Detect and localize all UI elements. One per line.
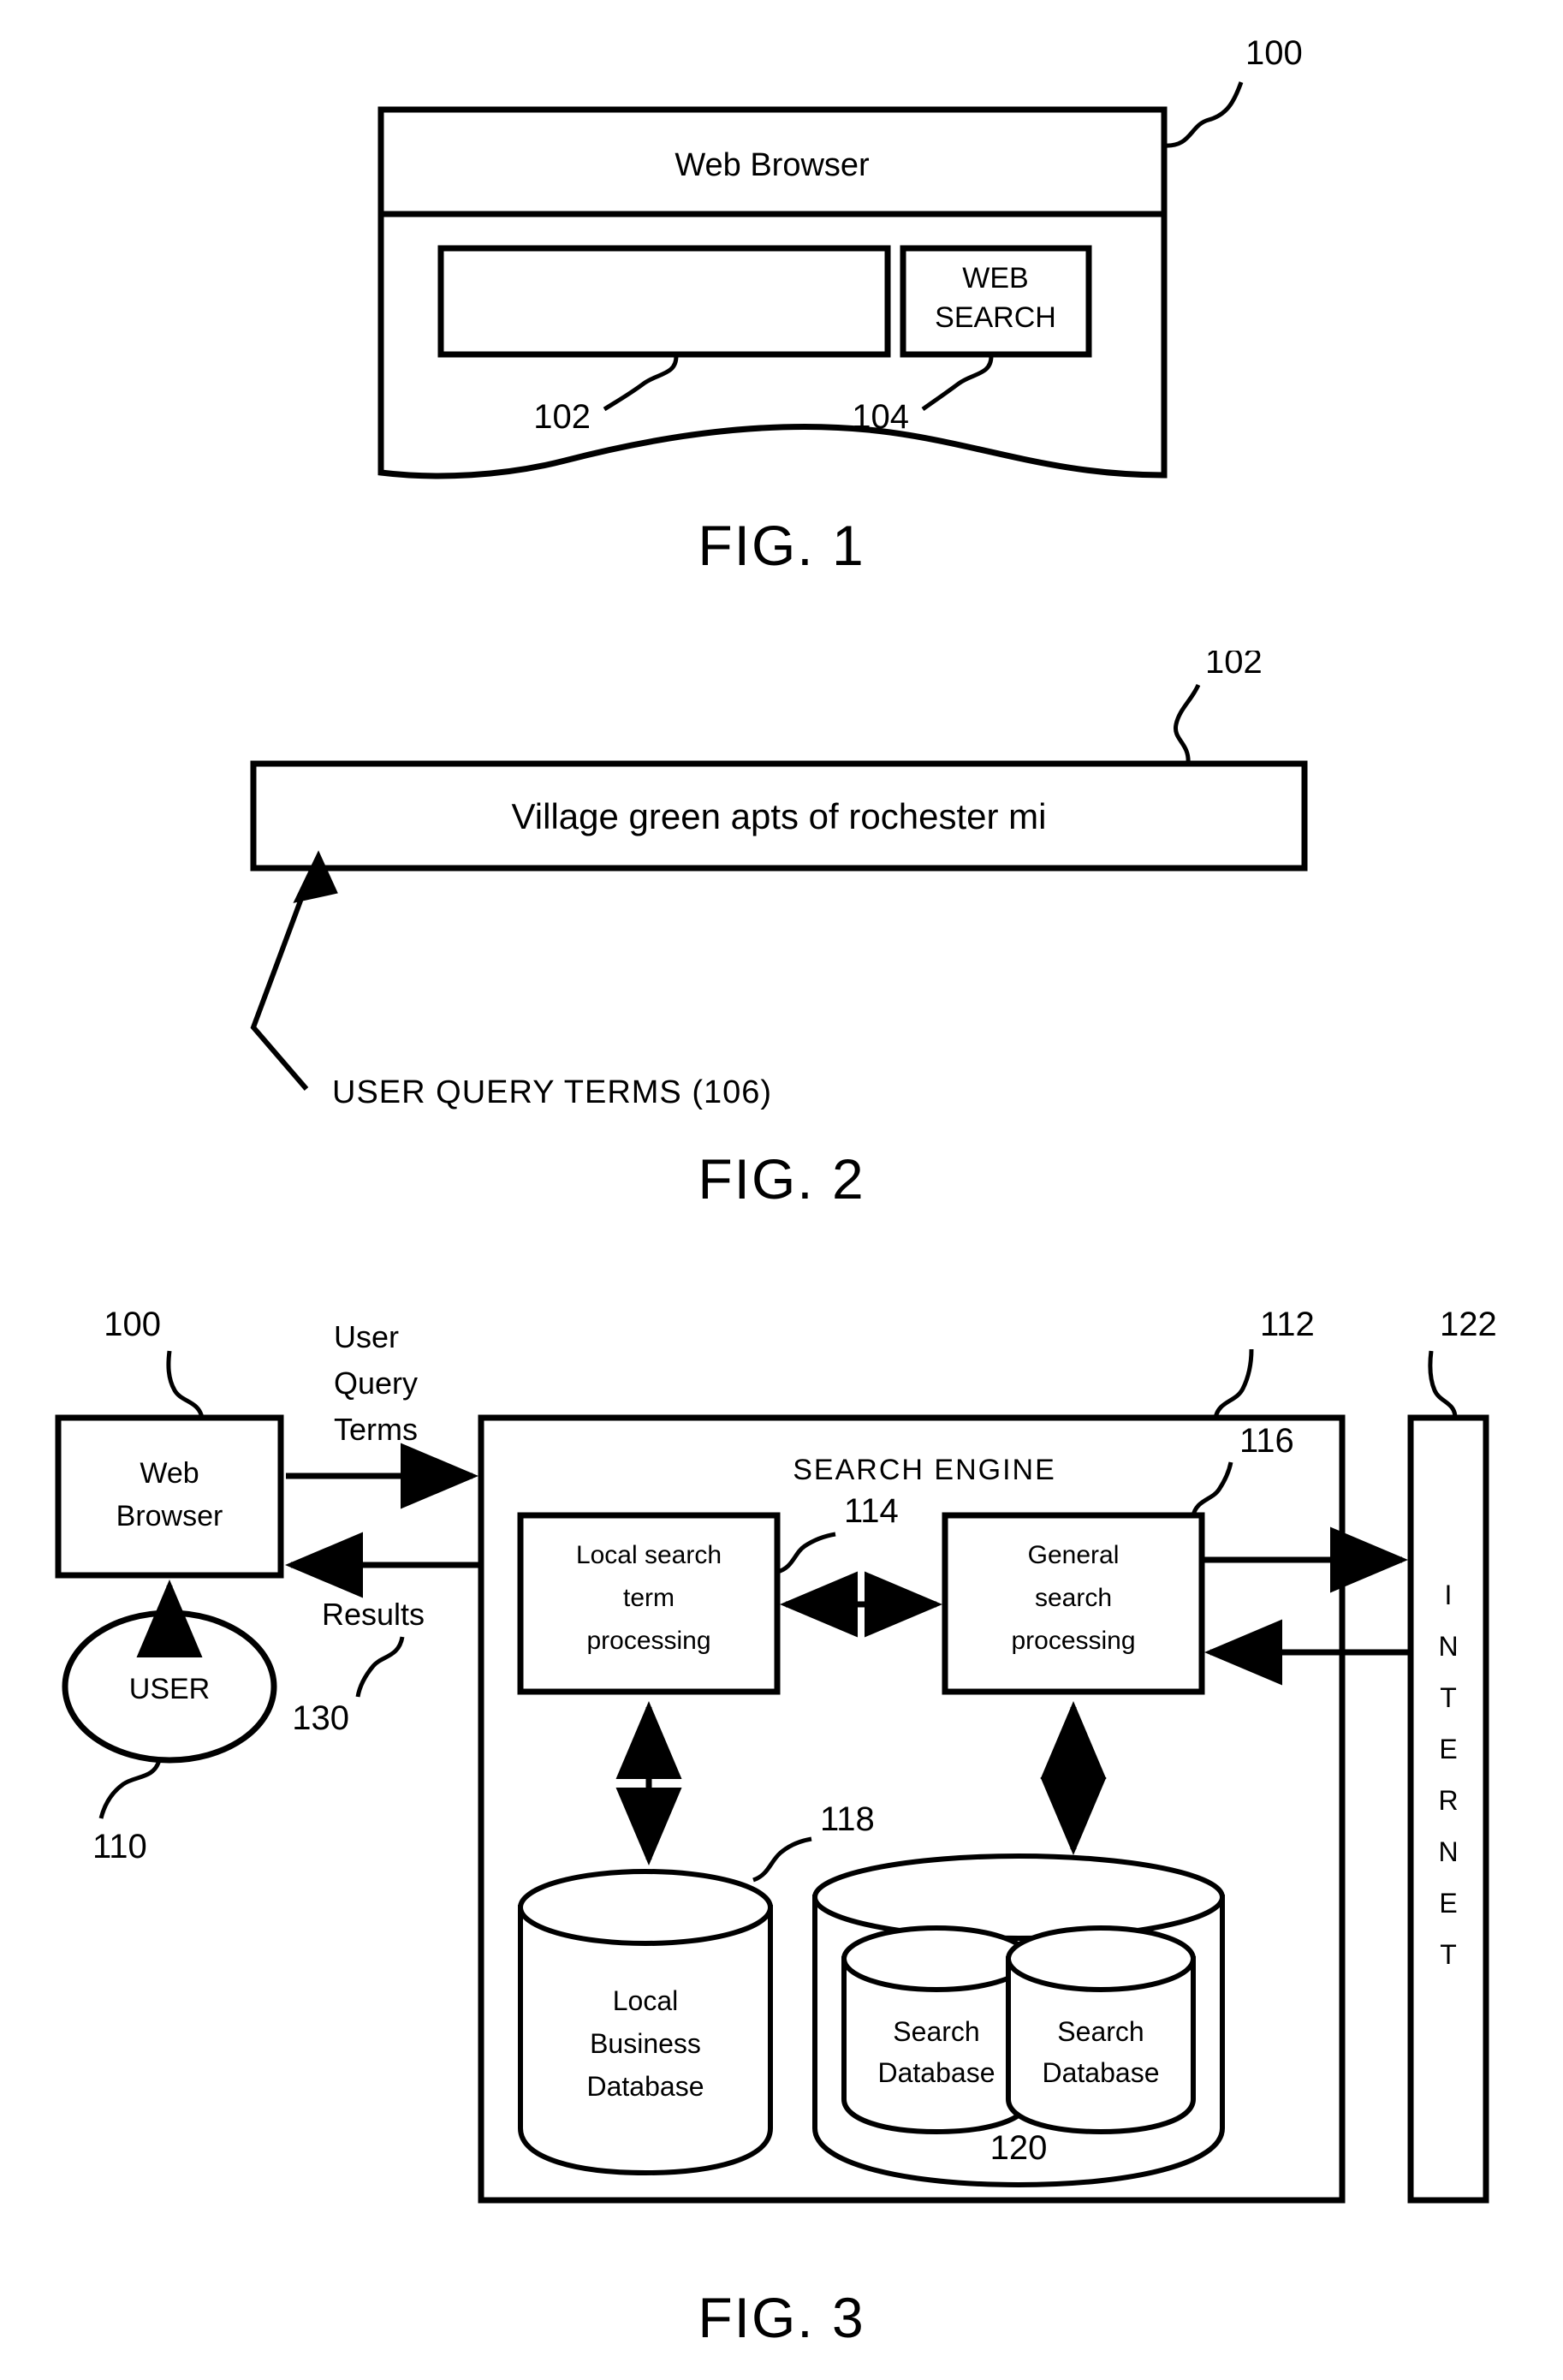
fig3-user-label: USER (129, 1673, 210, 1705)
ref-104: 104 (852, 398, 909, 436)
web-search-button-label-2: SEARCH (935, 301, 1056, 334)
web-search-button-label-1: WEB (962, 262, 1028, 295)
fig3-search-database-2: Search Database (1006, 1925, 1196, 2135)
figure-1-caption: FIG. 1 (698, 514, 865, 577)
fig3-ref-118: 118 (820, 1800, 875, 1838)
fig3-local-search-label-1: Local search (576, 1541, 722, 1569)
internet-letter-4: R (1438, 1785, 1458, 1816)
fig3-ref-130: 130 (292, 1699, 349, 1737)
fig3-ref-122: 122 (1440, 1306, 1497, 1343)
fig3-ref-100: 100 (104, 1306, 161, 1343)
browser-title: Web Browser (675, 147, 870, 183)
fig3-web-browser-label-1: Web (140, 1457, 199, 1490)
fig3-local-search-label-2: term (623, 1584, 675, 1612)
figure-1: Web Browser WEB SEARCH 100 102 104 FIG. … (0, 0, 1563, 616)
figure-3: Web Browser 100 USER 110 SEARCH ENGINE 1… (0, 1250, 1563, 2380)
fig3-ref-120: 120 (990, 2129, 1048, 2167)
figure-2: Village green apts of rochester mi 102 U… (0, 651, 1563, 1216)
internet-letter-6: E (1439, 1888, 1457, 1919)
leader-line-100-fig3 (166, 1350, 205, 1419)
figure-2-caption: FIG. 2 (698, 1147, 865, 1211)
figure-1-drawing: Web Browser WEB SEARCH 100 102 104 FIG. … (377, 34, 1303, 577)
leader-line-100 (1163, 81, 1244, 148)
leader-line-110 (98, 1759, 162, 1819)
fig3-ref-110: 110 (92, 1828, 147, 1865)
internet-letter-3: E (1439, 1734, 1457, 1764)
fig3-web-browser-box (55, 1414, 284, 1579)
leader-line-130 (355, 1636, 405, 1698)
local-business-db-label-3: Database (587, 2071, 704, 2102)
leader-line-112 (1213, 1348, 1254, 1419)
user-query-terms-annotation: USER QUERY TERMS (106) (332, 1074, 772, 1110)
internet-letter-7: T (1440, 1939, 1457, 1970)
flow-label-user: User (334, 1319, 399, 1354)
internet-letter-2: T (1440, 1682, 1457, 1713)
fig3-ref-116: 116 (1239, 1422, 1294, 1460)
fig3-general-search-label-2: search (1035, 1584, 1112, 1612)
fig3-general-search-label-3: processing (1011, 1627, 1135, 1655)
internet-letter-5: N (1438, 1836, 1458, 1867)
ref-102-fig2: 102 (1205, 651, 1263, 681)
flow-label-results: Results (322, 1597, 425, 1632)
flow-label-terms: Terms (334, 1412, 418, 1447)
search-db-2-label-2: Database (1043, 2057, 1160, 2088)
fig3-search-database-1: Search Database (841, 1925, 1031, 2135)
figure-2-drawing: Village green apts of rochester mi 102 U… (250, 651, 1308, 1211)
ref-100: 100 (1245, 34, 1303, 72)
flow-label-query: Query (334, 1366, 418, 1401)
annotation-leader (250, 878, 311, 1091)
fig3-ref-114: 114 (844, 1492, 899, 1530)
fig3-search-engine-title: SEARCH ENGINE (793, 1454, 1056, 1486)
search-input[interactable] (437, 245, 891, 358)
ref-102: 102 (533, 398, 591, 436)
figure-3-caption: FIG. 3 (698, 2286, 865, 2349)
fig3-general-search-label-1: General (1028, 1541, 1120, 1569)
search-db-1-label-1: Search (893, 2016, 979, 2047)
fig3-local-search-label-3: processing (586, 1627, 710, 1655)
fig3-local-business-database: Local Business Database (518, 1869, 773, 2176)
local-business-db-label-1: Local (613, 1985, 679, 2016)
leader-line-102-fig2 (1174, 683, 1201, 765)
query-input-value: Village green apts of rochester mi (512, 796, 1047, 836)
internet-letter-0: I (1445, 1580, 1453, 1610)
fig3-web-browser-label-2: Browser (116, 1500, 223, 1532)
internet-letter-1: N (1438, 1631, 1458, 1662)
figure-3-drawing: Web Browser 100 USER 110 SEARCH ENGINE 1… (55, 1306, 1497, 2349)
leader-line-122 (1428, 1350, 1458, 1419)
search-db-2-label-1: Search (1057, 2016, 1144, 2047)
fig3-ref-112: 112 (1260, 1306, 1315, 1343)
search-db-1-label-2: Database (878, 2057, 995, 2088)
local-business-db-label-2: Business (590, 2028, 701, 2059)
